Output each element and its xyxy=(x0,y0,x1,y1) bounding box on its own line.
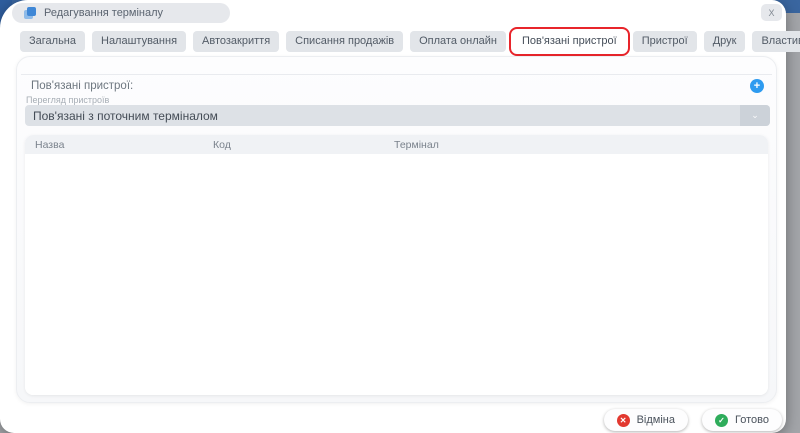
table-body-empty xyxy=(25,154,768,395)
section-title: Пов'язані пристрої: xyxy=(31,80,133,92)
tab-settings[interactable]: Налаштування xyxy=(92,31,186,52)
tab-print[interactable]: Друк xyxy=(704,31,746,52)
edit-terminal-dialog: Редагування терміналу X Загальна Налашту… xyxy=(0,0,786,433)
linked-devices-panel: Пов'язані пристрої: + Перегляд пристроїв… xyxy=(16,56,777,403)
cancel-x-icon: ✕ xyxy=(617,414,630,427)
column-header-name: Назва xyxy=(25,139,213,151)
tab-sales-writeoff[interactable]: Списання продажів xyxy=(286,31,403,52)
column-header-terminal: Термінал xyxy=(394,139,768,151)
tab-receipt-properties[interactable]: Властивості рахунку xyxy=(752,31,800,52)
dialog-title-bar: Редагування терміналу xyxy=(12,3,230,23)
column-header-code: Код xyxy=(213,139,394,151)
tab-devices[interactable]: Пристрої xyxy=(633,31,697,52)
tab-autoclose[interactable]: Автозакриття xyxy=(193,31,279,52)
done-check-icon: ✓ xyxy=(715,414,728,427)
tab-online-payment[interactable]: Оплата онлайн xyxy=(410,31,506,52)
add-device-button[interactable]: + xyxy=(750,79,764,93)
tab-linked-devices[interactable]: Пов'язані пристрої xyxy=(513,31,626,52)
close-button[interactable]: X xyxy=(761,4,782,21)
tab-bar: Загальна Налаштування Автозакриття Списа… xyxy=(20,31,800,52)
done-button-label: Готово xyxy=(735,414,769,426)
dialog-title: Редагування терміналу xyxy=(44,7,163,19)
tab-general[interactable]: Загальна xyxy=(20,31,85,52)
linked-devices-table: Назва Код Термінал xyxy=(25,135,768,395)
cancel-button-label: Відміна xyxy=(637,414,675,426)
done-button[interactable]: ✓ Готово xyxy=(702,409,782,431)
device-view-select[interactable]: Пов'язані з поточним терміналом ⌄ xyxy=(25,105,770,126)
device-view-label: Перегляд пристроїв xyxy=(26,95,109,105)
table-header-row: Назва Код Термінал xyxy=(25,135,768,154)
device-view-selected-value: Пов'язані з поточним терміналом xyxy=(25,109,740,123)
cancel-button[interactable]: ✕ Відміна xyxy=(604,409,688,431)
chevron-down-icon[interactable]: ⌄ xyxy=(740,105,770,126)
panel-divider xyxy=(21,74,772,75)
terminal-icon xyxy=(24,7,36,19)
plus-icon: + xyxy=(754,79,760,93)
section-header: Пов'язані пристрої: + xyxy=(31,77,764,95)
